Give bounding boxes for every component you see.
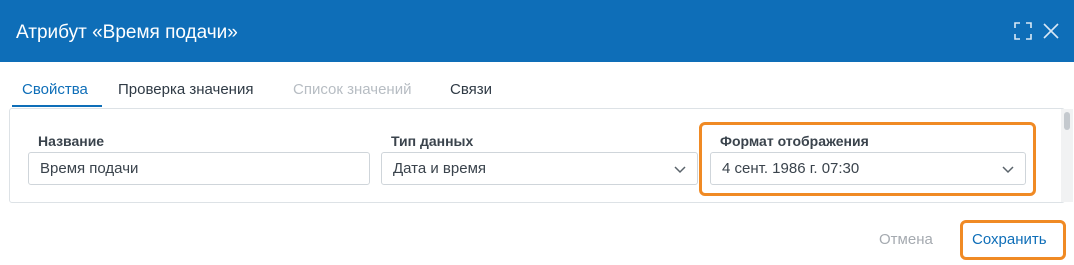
scrollbar-thumb[interactable] — [1064, 112, 1070, 130]
tab-properties[interactable]: Свойства — [22, 80, 88, 100]
save-button-highlight — [960, 220, 1066, 260]
name-field-value: Время подачи — [40, 160, 139, 177]
display-format-highlight — [699, 122, 1036, 196]
name-field[interactable]: Время подачи — [28, 152, 370, 185]
name-label: Название — [38, 133, 105, 149]
data-type-label: Тип данных — [391, 133, 474, 149]
active-tab-indicator — [12, 105, 102, 107]
close-icon[interactable] — [1040, 20, 1062, 42]
expand-icon[interactable] — [1012, 20, 1034, 42]
properties-panel: Название Время подачи Тип данных Дата и … — [9, 108, 1073, 203]
tab-value-list: Список значений — [293, 81, 412, 98]
data-type-value: Дата и время — [393, 160, 487, 177]
panel-scrollbar[interactable] — [1061, 109, 1073, 202]
dialog-title: Атрибут «Время подачи» — [16, 22, 238, 43]
chevron-down-icon — [674, 166, 686, 174]
tab-links[interactable]: Связи — [450, 80, 492, 100]
cancel-button[interactable]: Отмена — [879, 230, 933, 250]
data-type-select[interactable]: Дата и время — [381, 152, 698, 185]
tab-value-check[interactable]: Проверка значения — [118, 80, 253, 100]
dialog-header: Атрибут «Время подачи» — [0, 0, 1074, 62]
